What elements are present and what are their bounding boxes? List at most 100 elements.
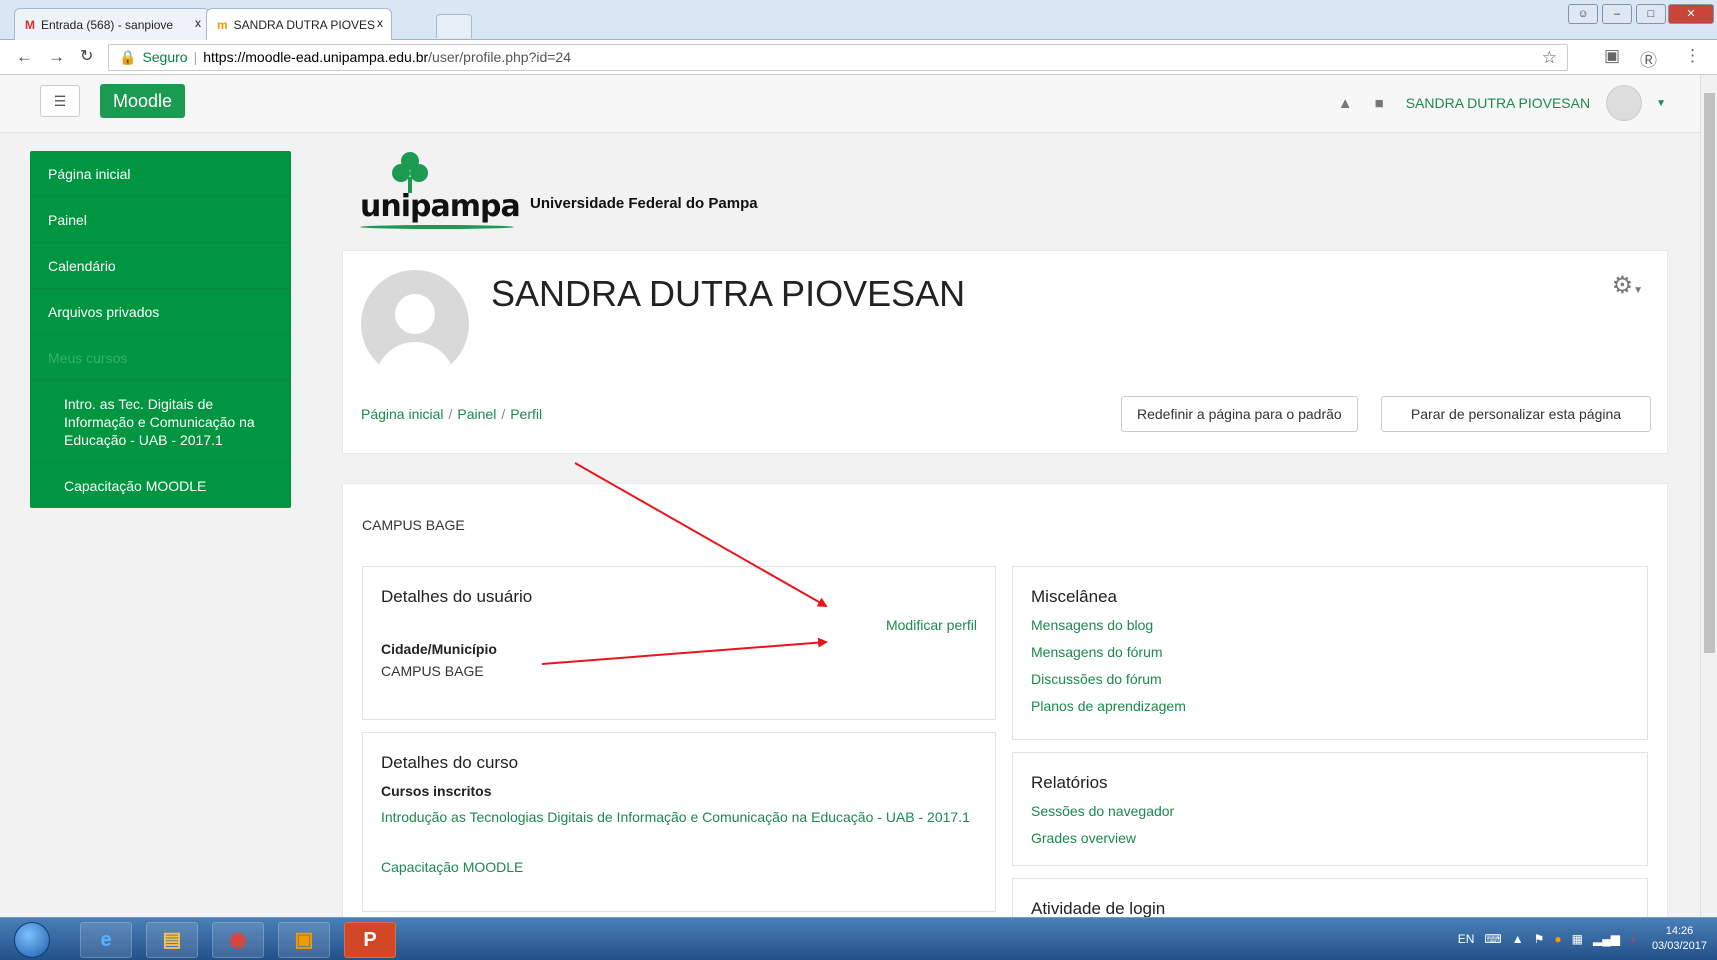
folder-icon[interactable]: ▤	[146, 922, 198, 958]
course-link[interactable]: Introdução as Tecnologias Digitais de In…	[381, 807, 981, 827]
login-activity-title: Atividade de login	[1031, 899, 1166, 918]
course-details-title: Detalhes do curso	[381, 753, 519, 772]
chrome-icon[interactable]: ◉	[212, 922, 264, 958]
system-tray: EN ⌨ ▲ ⚑ ● ▦ ▂▄▆ ♪ 14:26 03/03/2017	[1458, 924, 1707, 954]
url-host: https://moodle-ead.unipampa.edu.br	[203, 49, 429, 65]
sidebar-item-dashboard[interactable]: Painel	[30, 197, 291, 243]
forum-posts-link[interactable]: Mensagens do fórum	[1031, 642, 1163, 662]
grades-overview-link[interactable]: Grades overview	[1031, 828, 1136, 848]
tab-title: SANDRA DUTRA PIOVES	[233, 17, 376, 32]
gear-icon[interactable]: ⚙▼	[1612, 271, 1643, 300]
tray-expand-icon[interactable]: ▲	[1512, 932, 1524, 946]
breadcrumb-home[interactable]: Página inicial	[361, 406, 444, 422]
unipampa-logo: unipampa Universidade Federal do Pampa	[360, 151, 820, 229]
pdf-extension-icon[interactable]: ▣	[1604, 46, 1620, 66]
miscellaneous-title: Miscelânea	[1031, 587, 1117, 606]
user-details-card: Detalhes do usuário Modificar perfil Cid…	[362, 566, 996, 720]
reload-icon[interactable]: ↻	[80, 48, 93, 66]
blog-entries-link[interactable]: Mensagens do blog	[1031, 615, 1153, 635]
language-indicator[interactable]: EN	[1458, 932, 1475, 946]
powerpoint-icon[interactable]: P	[344, 922, 396, 958]
windows-start-icon[interactable]	[14, 922, 50, 958]
skype-extension-icon[interactable]: Ⓡ	[1640, 46, 1657, 71]
keyboard-icon[interactable]: ⌨	[1484, 932, 1501, 946]
volume-icon[interactable]: ♪	[1630, 932, 1636, 946]
browser-menu-icon[interactable]: ⋮	[1684, 46, 1701, 66]
tab-gmail[interactable]: M Entrada (568) - sanpiove x	[14, 8, 210, 40]
signal-icon[interactable]: ▂▄▆	[1593, 932, 1620, 946]
sidebar-item-private-files[interactable]: Arquivos privados	[30, 289, 291, 335]
close-tab-icon[interactable]: x	[377, 16, 383, 30]
flag-icon[interactable]: ⚑	[1534, 932, 1545, 946]
moodle-favicon-icon: m	[217, 17, 228, 32]
profile-header: SANDRA DUTRA PIOVESAN ⚙▼ Página inicial /…	[342, 250, 1668, 454]
enrolled-courses-label: Cursos inscritos	[381, 783, 492, 799]
page-scrollbar[interactable]	[1700, 75, 1717, 917]
profile-description: CAMPUS BAGE	[362, 517, 465, 533]
university-name: Universidade Federal do Pampa	[530, 195, 758, 212]
reset-page-button[interactable]: Redefinir a página para o padrão	[1121, 396, 1358, 432]
sidebar-item-course-intro-tec[interactable]: Intro. as Tec. Digitais de Informação e …	[30, 381, 291, 463]
sidebar-item-my-courses: Meus cursos	[30, 335, 291, 381]
chevron-down-icon[interactable]: ▼	[1656, 98, 1666, 109]
new-tab-button[interactable]	[436, 14, 472, 38]
tab-moodle-profile[interactable]: m SANDRA DUTRA PIOVES x	[206, 8, 392, 40]
sidebar-item-home[interactable]: Página inicial	[30, 151, 291, 197]
learning-plans-link[interactable]: Planos de aprendizagem	[1031, 696, 1186, 716]
user-menu-name[interactable]: SANDRA DUTRA PIOVESAN	[1406, 95, 1590, 111]
minimize-button[interactable]: –	[1602, 4, 1632, 24]
breadcrumb-dashboard[interactable]: Painel	[457, 406, 496, 422]
sidebar-item-calendar[interactable]: Calendário	[30, 243, 291, 289]
user-menu[interactable]: ▲ ■ SANDRA DUTRA PIOVESAN ▼	[1338, 85, 1700, 121]
course-details-card: Detalhes do curso Cursos inscritos Intro…	[362, 732, 996, 912]
close-window-button[interactable]: ✕	[1668, 4, 1714, 24]
browser-tab-bar: M Entrada (568) - sanpiove x m SANDRA DU…	[0, 0, 1717, 40]
moodle-navbar: ☰ Moodle ▲ ■ SANDRA DUTRA PIOVESAN ▼	[0, 75, 1700, 133]
profile-avatar	[361, 270, 469, 378]
outlook-icon[interactable]: ▣	[278, 922, 330, 958]
forum-discussions-link[interactable]: Discussões do fórum	[1031, 669, 1162, 689]
windows-taskbar: e ▤ ◉ ▣ P EN ⌨ ▲ ⚑ ● ▦ ▂▄▆ ♪ 14:26 03/03…	[0, 917, 1717, 960]
url-path: /user/profile.php?id=24	[428, 49, 571, 65]
address-bar[interactable]: 🔒 Seguro | https://moodle-ead.unipampa.edu.…	[108, 44, 1568, 71]
user-details-title: Detalhes do usuário	[381, 587, 533, 606]
close-tab-icon[interactable]: x	[195, 16, 201, 30]
browser-sessions-link[interactable]: Sessões do navegador	[1031, 801, 1174, 821]
profile-window-button[interactable]: ☺	[1568, 4, 1598, 24]
logo-swoosh	[360, 225, 514, 229]
chat-icon[interactable]: ■	[1375, 95, 1384, 112]
clock-date: 03/03/2017	[1651, 940, 1707, 952]
forward-icon[interactable]: →	[48, 48, 65, 66]
browser-toolbar: ← → ↻ 🔒 Seguro | https://moodle-ead.unipamp…	[0, 40, 1717, 75]
moodle-brand-link[interactable]: Moodle	[100, 84, 186, 118]
clock[interactable]: 14:26 03/03/2017	[1652, 924, 1707, 954]
city-label: Cidade/Município	[381, 641, 497, 657]
network-icon[interactable]: ▦	[1572, 932, 1583, 946]
tab-title: Entrada (568) - sanpiove	[41, 17, 174, 32]
app-tray-icon[interactable]: ●	[1554, 932, 1561, 946]
breadcrumb-profile[interactable]: Perfil	[510, 406, 542, 422]
nav-drawer: Página inicial Painel Calendário Arquivo…	[30, 151, 291, 508]
bell-icon[interactable]: ▲	[1338, 95, 1353, 112]
lock-icon: 🔒	[119, 49, 137, 65]
breadcrumb: Página inicial / Painel / Perfil	[361, 406, 543, 422]
avatar[interactable]	[1606, 85, 1643, 121]
secure-label: Seguro	[142, 49, 188, 65]
tree-logo-icon	[392, 152, 428, 193]
sidebar-item-course-capacitacao[interactable]: Capacitação MOODLE	[30, 463, 291, 508]
clock-time: 14:26	[1665, 925, 1694, 937]
logo-wordmark: unipampa	[360, 189, 521, 224]
gmail-icon: M	[25, 17, 35, 32]
ie-icon[interactable]: e	[80, 922, 132, 958]
maximize-button[interactable]: □	[1636, 4, 1666, 24]
reports-title: Relatórios	[1031, 773, 1108, 792]
stop-customising-button[interactable]: Parar de personalizar esta página	[1381, 396, 1651, 432]
edit-profile-link[interactable]: Modificar perfil	[886, 615, 977, 635]
star-icon[interactable]: ☆	[1542, 45, 1557, 70]
reports-card: Relatórios Sessões do navegador Grades o…	[1012, 752, 1648, 866]
course-link[interactable]: Capacitação MOODLE	[381, 857, 523, 877]
city-value: CAMPUS BAGE	[381, 663, 484, 679]
menu-icon[interactable]: ☰	[40, 85, 80, 117]
scrollbar-thumb[interactable]	[1704, 93, 1715, 653]
back-icon[interactable]: ←	[16, 48, 33, 66]
